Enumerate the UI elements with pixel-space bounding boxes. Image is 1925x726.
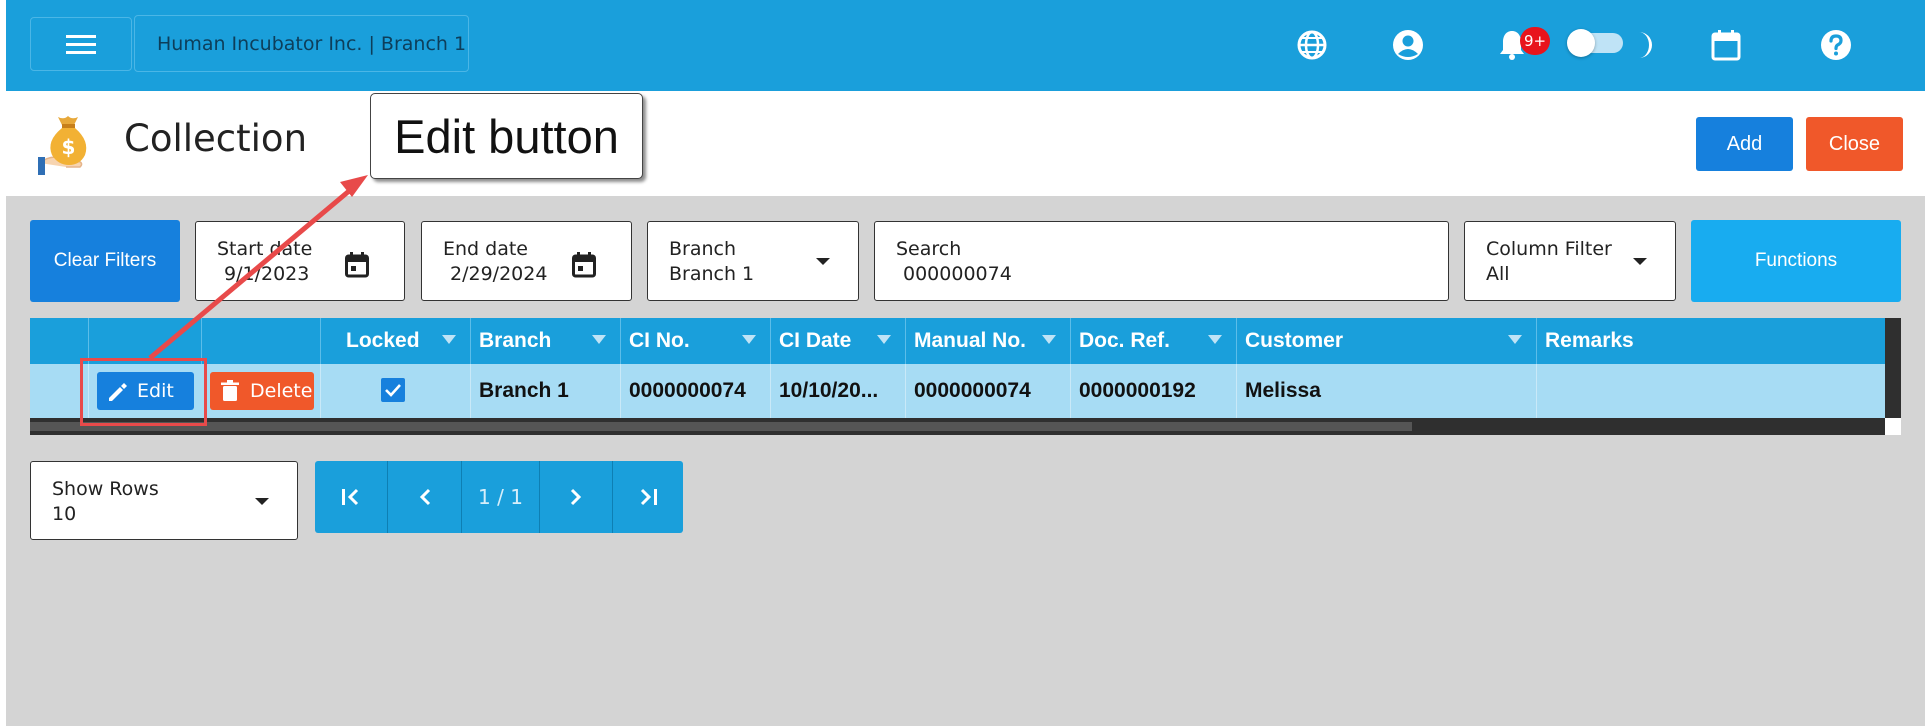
organization-label: Human Incubator Inc. | Branch 1 [157, 32, 467, 55]
chevron-down-icon [255, 498, 269, 505]
column-header-customer[interactable]: Customer [1236, 318, 1536, 364]
start-date-value: 9/1/2023 [224, 263, 310, 285]
delete-label: Delete [250, 380, 313, 402]
calendar-button[interactable] [1703, 22, 1749, 68]
vertical-scrollbar[interactable] [1885, 318, 1901, 418]
column-header-remarks[interactable]: Remarks [1536, 318, 1885, 364]
ci-date-cell: 10/10/20... [770, 364, 905, 418]
search-value: 000000074 [903, 263, 1012, 285]
start-date-label: Start date [217, 238, 313, 260]
theme-toggle-knob[interactable] [1567, 29, 1595, 57]
show-rows-label: Show Rows [52, 478, 159, 500]
remarks-cell [1536, 364, 1885, 418]
column-header-branch[interactable]: Branch [470, 318, 620, 364]
filter-icon[interactable] [742, 335, 756, 344]
first-page-button[interactable] [315, 461, 387, 533]
end-date-value: 2/29/2024 [450, 263, 548, 285]
last-page-button[interactable] [612, 461, 683, 533]
locked-checkbox[interactable] [381, 378, 405, 402]
column-header-manual-no[interactable]: Manual No. [905, 318, 1070, 364]
column-header-ci-no[interactable]: CI No. [620, 318, 770, 364]
next-page-button[interactable] [539, 461, 612, 533]
filter-icon[interactable] [1208, 335, 1222, 344]
calendar-icon [1711, 30, 1741, 61]
globe-icon [1297, 30, 1327, 60]
search-label: Search [896, 238, 962, 260]
customer-cell: Melissa [1236, 364, 1536, 418]
help-icon [1821, 30, 1851, 60]
add-button[interactable]: Add [1696, 117, 1793, 171]
delete-button[interactable]: Delete [210, 372, 314, 410]
dark-mode-indicator [1631, 22, 1661, 68]
filter-icon[interactable] [1508, 335, 1522, 344]
money-bag-icon: $ [38, 116, 87, 175]
manual-no-cell: 0000000074 [905, 364, 1070, 418]
chevron-down-icon [1633, 258, 1647, 265]
annotation-callout: Edit button [370, 93, 643, 179]
show-rows-select[interactable]: Show Rows 10 [30, 461, 298, 540]
end-date-label: End date [443, 238, 528, 260]
previous-page-button[interactable] [387, 461, 461, 533]
page-indicator: 1 / 1 [461, 461, 539, 533]
top-bar: Human Incubator Inc. | Branch 1 9+ [6, 0, 1925, 91]
ci-no-cell: 0000000074 [620, 364, 770, 418]
edit-button-highlight [80, 358, 207, 426]
page-header: $ Collection Add Close [6, 91, 1925, 196]
profile-button[interactable] [1385, 22, 1431, 68]
last-page-icon [640, 488, 657, 506]
column-filter-label: Column Filter [1486, 238, 1612, 260]
language-button[interactable] [1289, 22, 1335, 68]
clear-filters-button[interactable]: Clear Filters [30, 220, 180, 302]
data-grid: Locked Branch CI No. CI Date Manual No. … [30, 318, 1901, 435]
first-page-icon [342, 488, 359, 506]
show-rows-value: 10 [52, 503, 77, 525]
menu-button[interactable] [30, 17, 132, 71]
check-icon [385, 384, 401, 397]
branch-cell: Branch 1 [470, 364, 620, 418]
notification-badge: 9+ [1520, 27, 1550, 55]
moon-icon [1639, 32, 1652, 58]
filter-icon[interactable] [442, 335, 456, 344]
column-header-ci-date[interactable]: CI Date [770, 318, 905, 364]
branch-select[interactable]: Branch Branch 1 [647, 221, 859, 301]
functions-button[interactable]: Functions [1691, 220, 1901, 302]
filter-icon[interactable] [1042, 335, 1056, 344]
table-header: Locked Branch CI No. CI Date Manual No. … [30, 318, 1885, 364]
filter-icon[interactable] [877, 335, 891, 344]
search-input[interactable]: Search 000000074 [874, 221, 1449, 301]
user-icon [1393, 30, 1423, 60]
trash-icon [221, 380, 239, 401]
organization-selector[interactable]: Human Incubator Inc. | Branch 1 [134, 15, 469, 72]
end-date-field[interactable]: End date 2/29/2024 [421, 221, 632, 301]
column-filter-select[interactable]: Column Filter All [1464, 221, 1676, 301]
filter-icon[interactable] [592, 335, 606, 344]
calendar-icon[interactable] [572, 252, 596, 278]
column-header-doc-ref[interactable]: Doc. Ref. [1070, 318, 1236, 364]
pagination: 1 / 1 [315, 461, 683, 533]
chevron-right-icon [570, 488, 582, 506]
calendar-icon[interactable] [345, 252, 369, 278]
branch-value: Branch 1 [669, 263, 755, 285]
table-row[interactable]: Edit Delete Branch 1 0000000074 10/10/20… [30, 364, 1885, 418]
svg-text:$: $ [62, 135, 76, 159]
page-title: Collection [124, 117, 308, 160]
close-button[interactable]: Close [1806, 117, 1903, 171]
chevron-left-icon [419, 488, 430, 506]
column-header-locked[interactable]: Locked [320, 318, 470, 364]
start-date-field[interactable]: Start date 9/1/2023 [195, 221, 405, 301]
locked-cell [320, 364, 470, 418]
doc-ref-cell: 0000000192 [1070, 364, 1236, 418]
help-button[interactable] [1813, 22, 1859, 68]
column-filter-value: All [1486, 263, 1510, 285]
horizontal-scroll-thumb[interactable] [30, 422, 1412, 431]
chevron-down-icon [816, 258, 830, 265]
menu-icon [66, 35, 96, 54]
branch-label: Branch [669, 238, 737, 260]
header-actions-cell-2 [201, 318, 320, 364]
